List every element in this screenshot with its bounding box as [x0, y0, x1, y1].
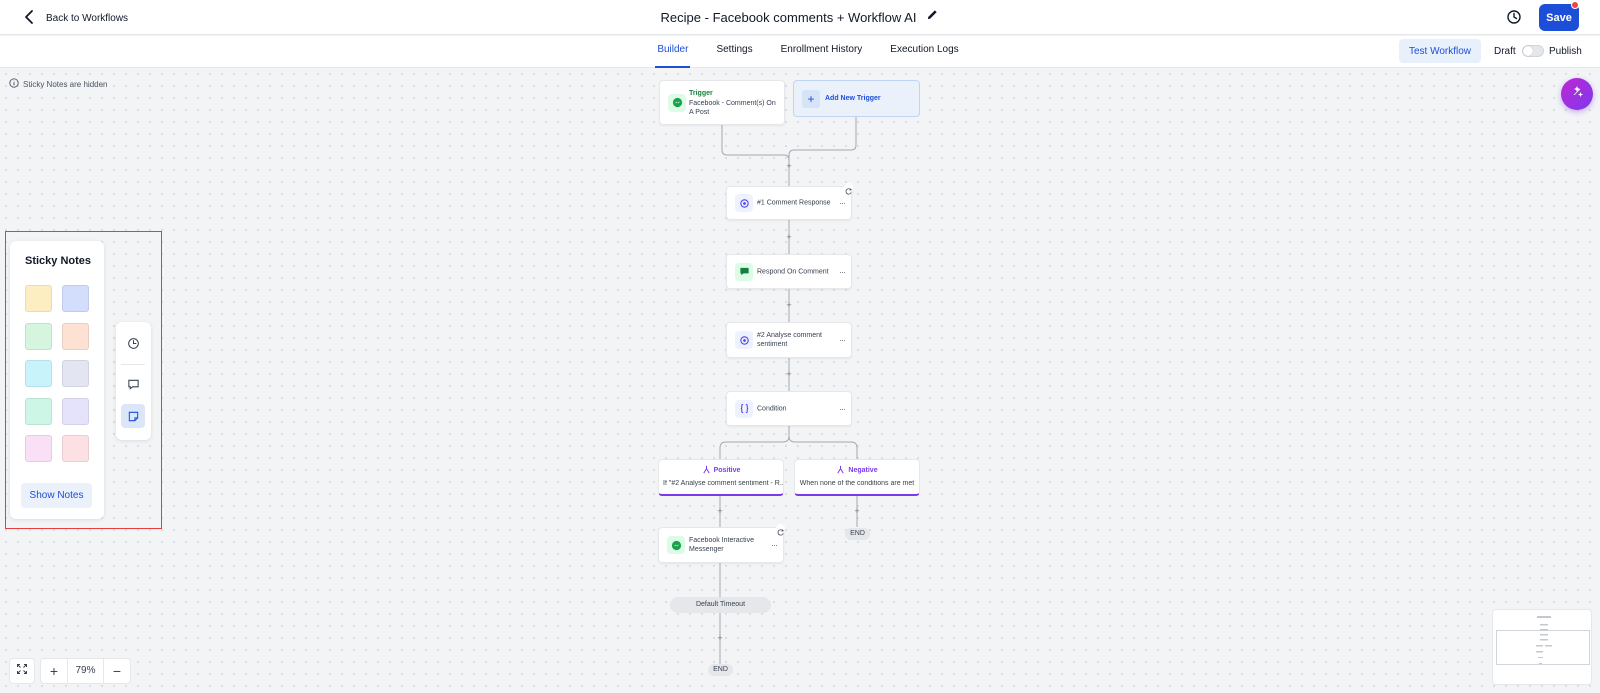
trigger-node[interactable]: Trigger Facebook - Comment(s) On A Post — [659, 80, 785, 125]
sub-navigation: Builder Settings Enrollment History Exec… — [0, 36, 1600, 68]
add-trigger-label: Add New Trigger — [825, 95, 881, 102]
ai-assistant-button[interactable] — [1561, 78, 1593, 110]
branch-description: If "#2 Analyse comment sentiment - R... — [663, 480, 783, 487]
action-label: Respond On Comment — [757, 268, 829, 275]
action-node-analyse-sentiment[interactable]: #2 Analyse comment sentiment ··· — [726, 322, 852, 358]
pencil-icon[interactable] — [926, 8, 939, 26]
tab-settings[interactable]: Settings — [714, 36, 754, 68]
action-label: #2 Analyse comment sentiment — [757, 332, 822, 348]
sticky-color-swatch[interactable] — [62, 435, 89, 462]
sticky-notes-hidden-notice: Sticky Notes are hidden — [9, 78, 108, 90]
publish-toggle[interactable] — [1522, 45, 1544, 57]
more-options-icon[interactable]: ··· — [839, 198, 846, 208]
show-notes-button[interactable]: Show Notes — [21, 483, 92, 508]
branch-split-icon — [702, 465, 711, 476]
info-icon — [9, 78, 19, 90]
default-timeout-pill[interactable]: Default Timeout — [670, 597, 771, 613]
action-node-condition[interactable]: Condition ··· — [726, 391, 852, 426]
refresh-icon — [776, 524, 785, 536]
ai-gear-icon — [735, 194, 753, 212]
zoom-out-button[interactable]: − — [104, 659, 130, 683]
title-wrap: Recipe - Facebook comments + Workflow AI — [0, 8, 1600, 26]
top-bar: Back to Workflows Recipe - Facebook comm… — [0, 0, 1600, 35]
sticky-note-icon[interactable] — [121, 404, 145, 428]
more-options-icon[interactable]: ··· — [839, 404, 846, 414]
publish-label: Publish — [1549, 46, 1582, 57]
add-step-plus[interactable]: + — [715, 633, 725, 643]
add-step-plus[interactable]: + — [784, 161, 794, 171]
more-options-icon[interactable]: ··· — [771, 540, 778, 550]
more-options-icon[interactable]: ··· — [839, 335, 846, 345]
tool-divider — [121, 364, 145, 365]
sparkle-icon — [1570, 85, 1584, 104]
sticky-color-swatch[interactable] — [25, 360, 52, 387]
tab-builder[interactable]: Builder — [655, 36, 691, 68]
draft-label: Draft — [1494, 46, 1516, 57]
zoom-controls: + 79% − — [40, 658, 131, 684]
curly-braces-icon — [735, 399, 753, 418]
branch-title: Positive — [713, 467, 741, 474]
plus-icon: + — [802, 90, 820, 108]
more-options-icon[interactable]: ··· — [839, 267, 846, 277]
action-label: Condition — [757, 405, 787, 412]
sticky-notes-title: Sticky Notes — [25, 255, 92, 267]
canvas-tools — [116, 322, 151, 440]
comment-icon[interactable] — [121, 372, 145, 396]
sticky-color-swatch[interactable] — [62, 322, 89, 350]
notification-dot — [1571, 1, 1579, 9]
chat-bubble-icon — [735, 262, 753, 281]
workflow-title: Recipe - Facebook comments + Workflow AI — [660, 9, 917, 25]
minimap[interactable] — [1492, 609, 1592, 685]
minimap-preview — [1536, 616, 1552, 664]
sticky-color-swatch[interactable] — [62, 397, 89, 425]
sticky-color-swatch[interactable] — [25, 397, 52, 425]
sticky-color-swatch[interactable] — [25, 285, 52, 312]
sticky-color-swatch[interactable] — [62, 285, 89, 312]
workflow-canvas[interactable] — [0, 68, 1600, 693]
add-step-plus[interactable]: + — [784, 369, 794, 379]
sticky-color-swatch[interactable] — [25, 322, 52, 350]
sticky-color-swatch[interactable] — [62, 360, 89, 387]
zoom-in-button[interactable]: + — [41, 659, 67, 683]
action-node-respond-on-comment[interactable]: Respond On Comment ··· — [726, 254, 852, 289]
branch-positive[interactable]: Positive If "#2 Analyse comment sentimen… — [658, 459, 784, 496]
trigger-kicker: Trigger — [689, 90, 713, 97]
refresh-icon — [844, 183, 853, 195]
tab-execution-logs[interactable]: Execution Logs — [888, 36, 960, 68]
trigger-description: Facebook - Comment(s) On A Post — [689, 100, 776, 116]
action-label: Facebook Interactive Messenger — [689, 537, 754, 553]
tab-enrollment-history[interactable]: Enrollment History — [779, 36, 865, 68]
add-step-plus[interactable]: + — [852, 506, 862, 516]
add-step-plus[interactable]: + — [784, 232, 794, 242]
add-new-trigger-button[interactable]: + Add New Trigger — [793, 80, 920, 117]
branch-description: When none of the conditions are met — [799, 480, 915, 487]
sticky-notes-panel: Sticky Notes Show Notes — [10, 241, 104, 519]
add-step-plus[interactable]: + — [715, 506, 725, 516]
branch-title: Negative — [848, 467, 878, 474]
fit-to-screen-button[interactable] — [9, 658, 35, 684]
sticky-color-swatch[interactable] — [25, 435, 52, 462]
facebook-messenger-icon — [667, 536, 685, 554]
expand-icon — [16, 662, 28, 680]
clock-icon[interactable] — [121, 331, 145, 355]
history-icon[interactable] — [1505, 8, 1523, 26]
test-workflow-button[interactable]: Test Workflow — [1399, 39, 1481, 63]
ai-gear-icon — [735, 331, 753, 349]
add-step-plus[interactable]: + — [784, 300, 794, 310]
facebook-messenger-icon — [668, 93, 686, 112]
hidden-notice-text: Sticky Notes are hidden — [23, 79, 108, 89]
action-node-facebook-messenger[interactable]: Facebook Interactive Messenger ··· — [658, 524, 785, 563]
zoom-level: 79% — [67, 659, 104, 683]
branch-negative[interactable]: Negative When none of the conditions are… — [794, 459, 920, 496]
action-label: #1 Comment Response — [757, 199, 831, 207]
tab-bar: Builder Settings Enrollment History Exec… — [16, 36, 1600, 68]
end-marker: END — [845, 528, 870, 540]
branch-split-icon — [836, 465, 845, 476]
action-node-comment-response[interactable]: #1 Comment Response ··· — [726, 183, 853, 220]
end-marker: END — [708, 664, 733, 676]
